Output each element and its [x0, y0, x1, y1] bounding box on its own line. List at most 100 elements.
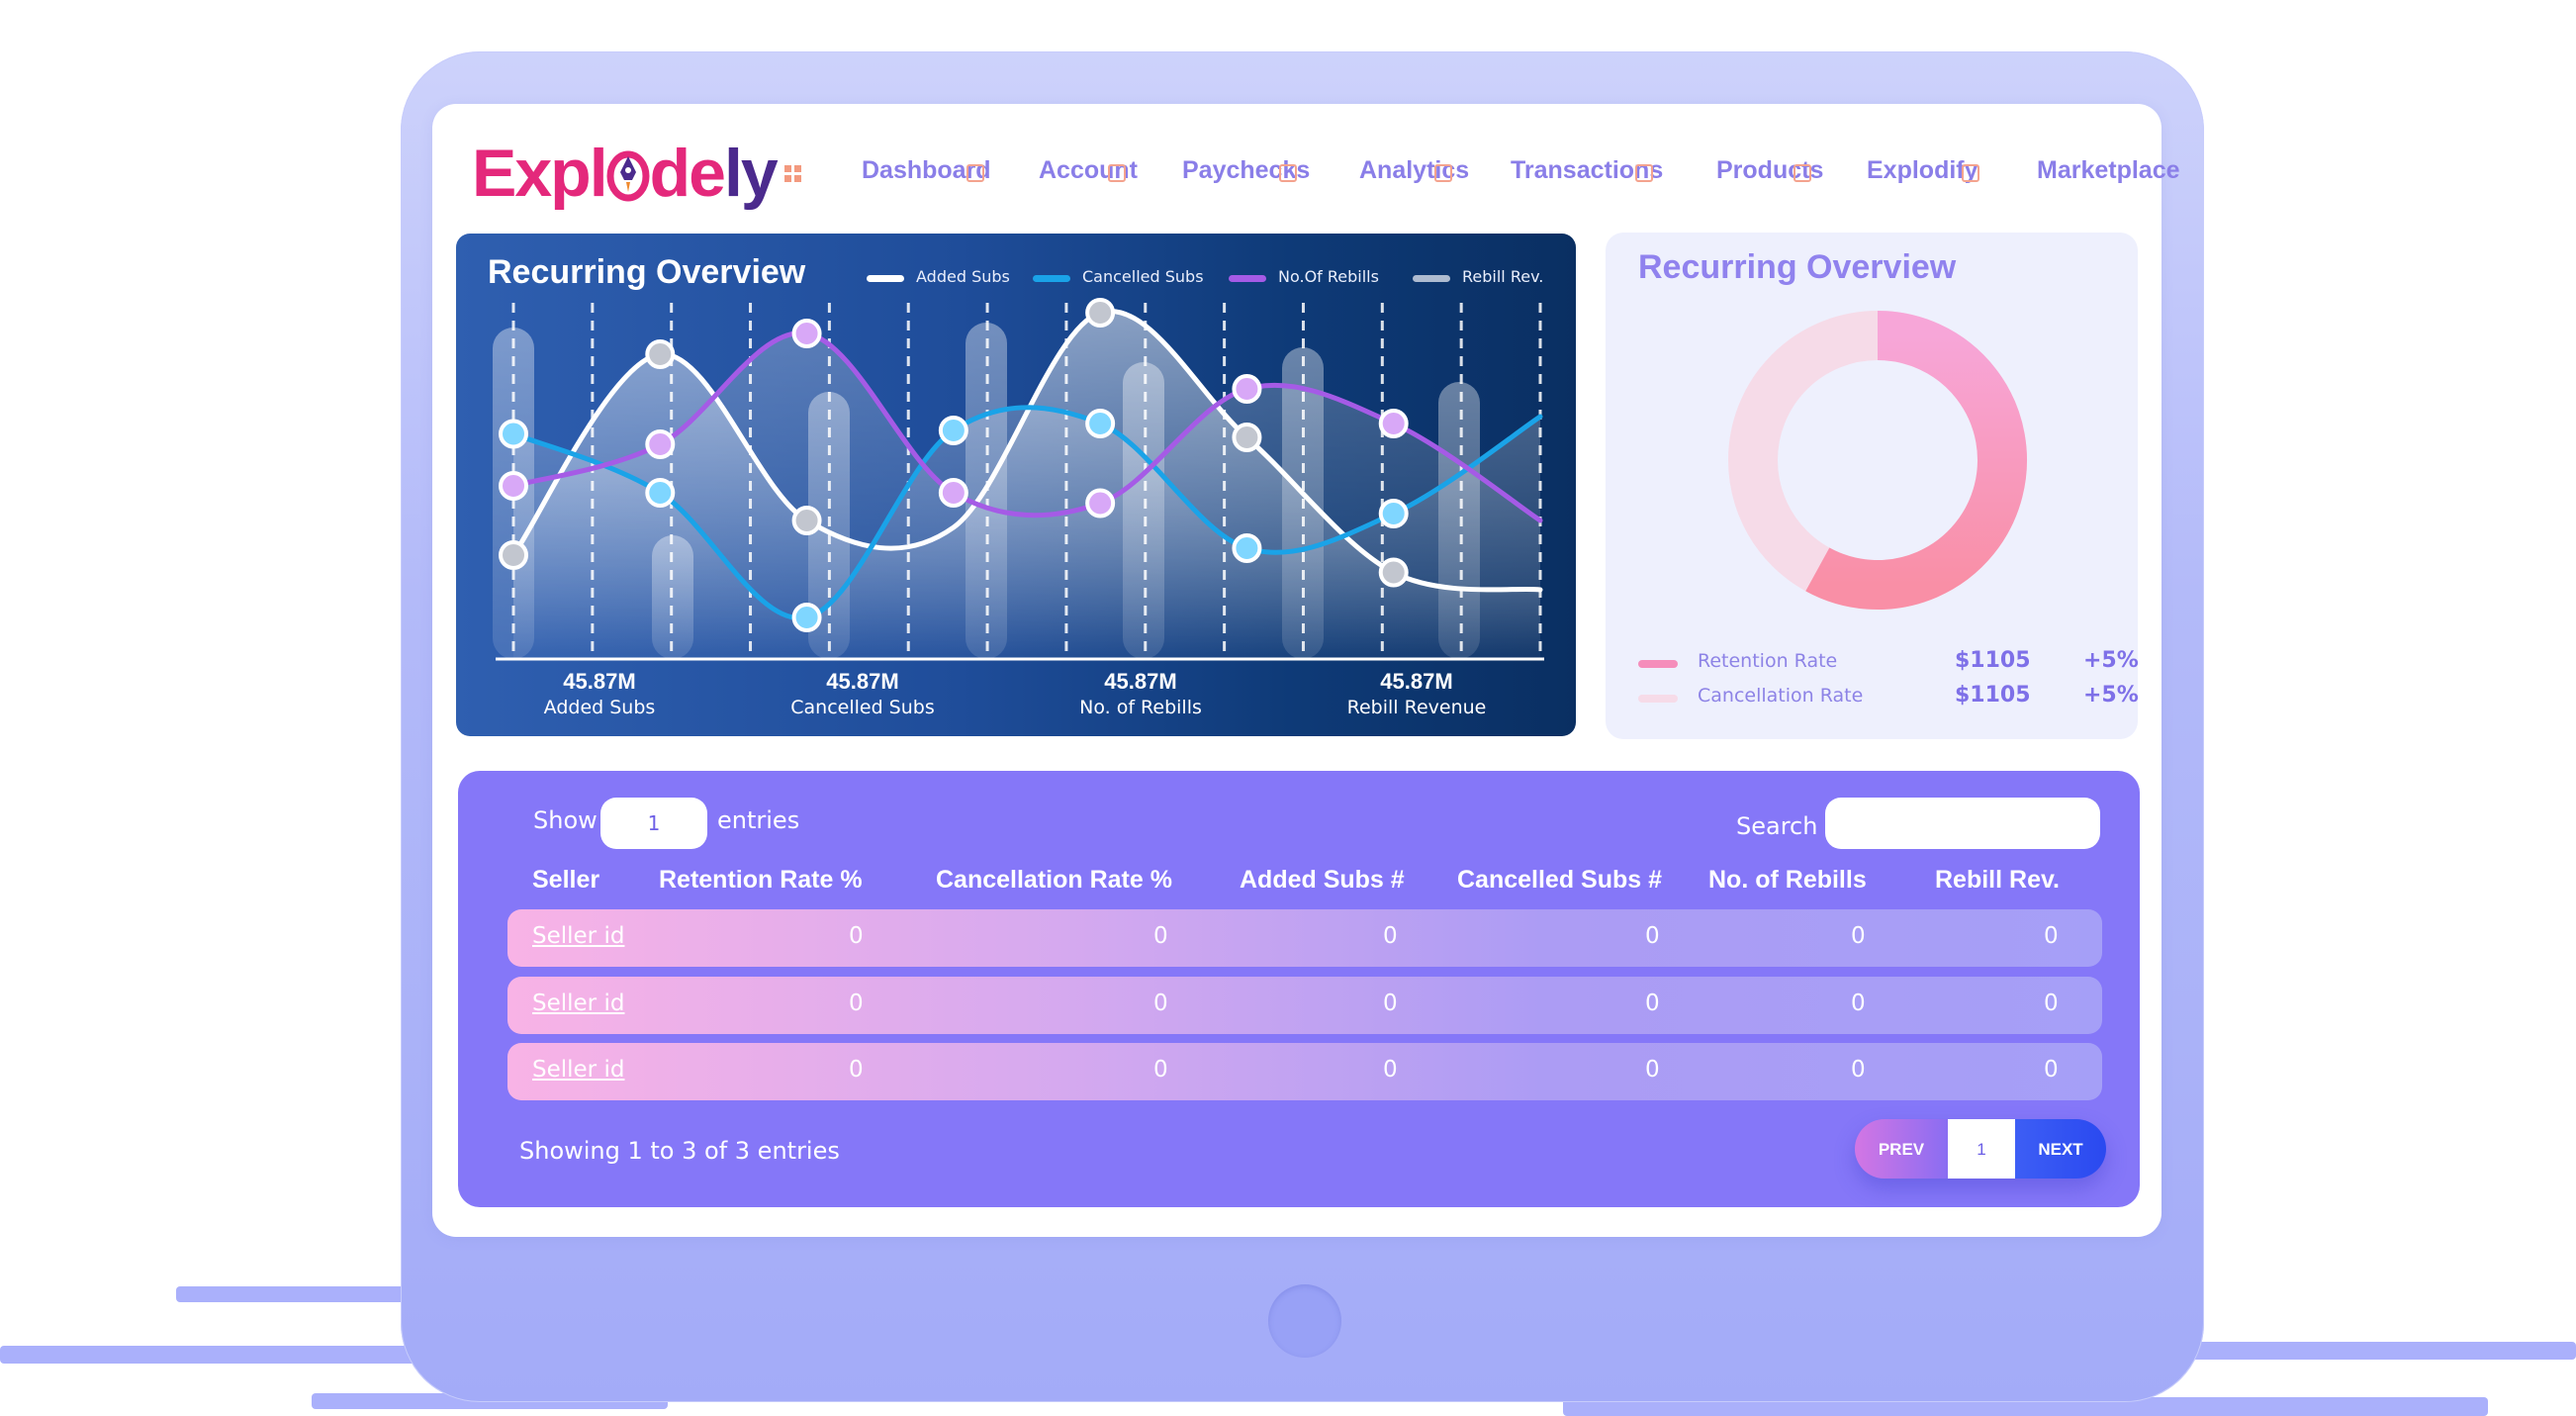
search-input[interactable]: [1825, 798, 2100, 849]
data-point-added-subs[interactable]: [645, 339, 676, 369]
nav-transactions[interactable]: Transactions: [1511, 156, 1663, 185]
seller-id-link[interactable]: Seller id: [532, 923, 624, 949]
data-point-cancelled-subs[interactable]: [1085, 409, 1116, 438]
nav-label: Analytics: [1359, 156, 1470, 184]
column-header-seller[interactable]: Seller: [532, 866, 599, 895]
data-point-cancelled-subs[interactable]: [1232, 533, 1262, 563]
top-nav: Dashboard Account Paychecks Analytics Tr…: [0, 156, 2576, 196]
data-point-cancelled-subs[interactable]: [499, 419, 528, 449]
table-cell: 0: [1383, 923, 1398, 949]
table-cell: 0: [1645, 923, 1660, 949]
legend-label: Cancelled Subs: [1082, 267, 1204, 286]
entries-per-page-input[interactable]: 1: [600, 798, 707, 849]
table-cell: 0: [849, 991, 864, 1016]
data-point-rebills[interactable]: [1232, 374, 1262, 404]
donut-legend-retention: Retention Rate $1105 +5%: [1638, 648, 2139, 680]
column-header-cancellation[interactable]: Cancellation Rate %: [936, 866, 1172, 895]
explodify-icon: [1962, 164, 1979, 182]
table-cell: 0: [1153, 1057, 1168, 1083]
table-cell: 0: [1153, 923, 1168, 949]
data-point-rebills[interactable]: [1085, 488, 1116, 519]
column-header-added-subs[interactable]: Added Subs #: [1240, 866, 1405, 895]
legend-swatch: [1638, 695, 1678, 703]
legend-label: Retention Rate: [1698, 650, 1838, 672]
table-cell: 0: [1851, 923, 1866, 949]
legend-swatch: [1229, 275, 1266, 282]
recurring-line-chart: [493, 298, 1544, 661]
table-row: Seller id 0 0 0 0 0 0: [507, 909, 2102, 967]
show-label: Show: [533, 806, 598, 834]
home-button[interactable]: [1268, 1284, 1341, 1358]
data-point-added-subs[interactable]: [791, 506, 822, 535]
next-page-button[interactable]: NEXT: [2015, 1119, 2106, 1179]
legend-label: No.Of Rebills: [1278, 267, 1379, 286]
decor-line: [0, 1346, 415, 1364]
transactions-icon: [1635, 164, 1653, 182]
legend-swatch: [1033, 275, 1070, 282]
stat-cancelled-subs: 45.87M Cancelled Subs: [764, 669, 962, 718]
column-header-rebill-rev[interactable]: Rebill Rev.: [1935, 866, 2060, 895]
nav-products[interactable]: Products: [1716, 156, 1823, 185]
data-point-rebills[interactable]: [1378, 409, 1409, 438]
donut-legend-cancellation: Cancellation Rate $1105 +5%: [1638, 683, 2139, 714]
nav-analytics[interactable]: Analytics: [1359, 156, 1469, 185]
table-cell: 0: [849, 1057, 864, 1083]
legend-swatch: [1413, 275, 1450, 282]
table-cell: 0: [2044, 923, 2059, 949]
seller-id-link[interactable]: Seller id: [532, 1057, 624, 1083]
column-header-rebills[interactable]: No. of Rebills: [1708, 866, 1867, 895]
data-point-cancelled-subs[interactable]: [1378, 499, 1409, 528]
decor-line: [2176, 1342, 2576, 1360]
paychecks-icon: [1279, 164, 1297, 182]
analytics-icon: [1434, 164, 1452, 182]
donut-title: Recurring Overview: [1638, 248, 1957, 286]
table-cell: 0: [1851, 991, 1866, 1016]
legend-label: Rebill Rev.: [1462, 267, 1544, 286]
table-cell: 0: [1645, 1057, 1660, 1083]
legend-change: +5%: [2083, 683, 2139, 708]
legend-amount: $1105: [1955, 683, 2031, 708]
pagination: PREV 1 NEXT: [1855, 1119, 2106, 1179]
stat-rebill-revenue: 45.87M Rebill Revenue: [1318, 669, 1516, 718]
account-icon: [1108, 164, 1126, 182]
page-1-button[interactable]: 1: [1948, 1119, 2015, 1179]
data-point-cancelled-subs[interactable]: [645, 478, 676, 508]
legend-amount: $1105: [1955, 648, 2031, 673]
products-icon: [1794, 164, 1811, 182]
data-point-rebills[interactable]: [938, 478, 968, 508]
nav-explodify[interactable]: Explodify: [1867, 156, 1979, 185]
nav-paychecks[interactable]: Paychecks: [1182, 156, 1310, 185]
stat-value: 45.87M: [1380, 669, 1453, 694]
legend-swatch: [867, 275, 904, 282]
data-point-cancelled-subs[interactable]: [938, 416, 968, 445]
data-point-cancelled-subs[interactable]: [791, 603, 822, 632]
legend-swatch: [1638, 660, 1678, 668]
nav-marketplace[interactable]: Marketplace: [2037, 156, 2180, 185]
search-label: Search: [1736, 812, 1818, 840]
dashboard-icon: [966, 164, 984, 182]
nav-account[interactable]: Account: [1039, 156, 1138, 185]
prev-page-button[interactable]: PREV: [1855, 1119, 1948, 1179]
seller-id-link[interactable]: Seller id: [532, 991, 624, 1016]
stat-value: 45.87M: [1104, 669, 1177, 694]
nav-dashboard[interactable]: Dashboard: [862, 156, 991, 185]
chart-title: Recurring Overview: [488, 253, 806, 291]
stat-label: Cancelled Subs: [790, 697, 935, 718]
entries-label: entries: [717, 806, 800, 834]
data-point-added-subs[interactable]: [1085, 298, 1116, 328]
data-point-rebills[interactable]: [791, 319, 822, 348]
column-header-retention[interactable]: Retention Rate %: [659, 866, 863, 895]
table-cell: 0: [1153, 991, 1168, 1016]
data-point-added-subs[interactable]: [499, 540, 528, 570]
nav-label: Marketplace: [2037, 156, 2180, 184]
data-point-added-subs[interactable]: [1232, 423, 1262, 452]
stat-label: Added Subs: [543, 697, 656, 718]
donut-slice-retention[interactable]: [1805, 311, 2027, 610]
stat-label: Rebill Revenue: [1346, 697, 1487, 718]
data-point-rebills[interactable]: [645, 429, 676, 459]
column-header-cancelled-subs[interactable]: Cancelled Subs #: [1457, 866, 1662, 895]
data-point-added-subs[interactable]: [1378, 557, 1409, 588]
table-cell: 0: [849, 923, 864, 949]
legend-label: Added Subs: [916, 267, 1010, 286]
data-point-rebills[interactable]: [499, 471, 528, 501]
